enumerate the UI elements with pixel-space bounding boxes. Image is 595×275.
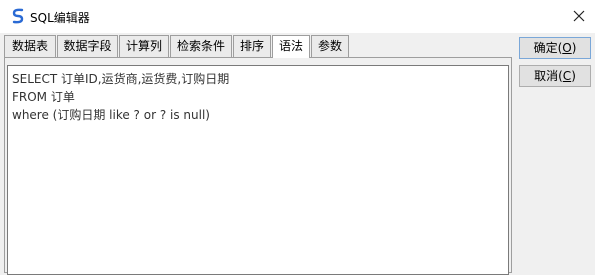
tab-parameters[interactable]: 参数 xyxy=(311,35,349,57)
close-button[interactable] xyxy=(566,4,592,28)
tab-data-table[interactable]: 数据表 xyxy=(4,35,56,57)
tab-search-conditions[interactable]: 检索条件 xyxy=(170,35,232,57)
sql-line: FROM 订单 xyxy=(12,90,75,104)
close-icon xyxy=(573,10,585,22)
ok-button[interactable]: 确定(O) xyxy=(519,37,591,59)
sql-line: where (订购日期 like ? or ? is null) xyxy=(12,108,210,122)
tab-sort[interactable]: 排序 xyxy=(233,35,271,57)
tab-syntax[interactable]: 语法 xyxy=(272,35,310,58)
title-bar: SQL编辑器 xyxy=(0,0,595,33)
app-logo-icon xyxy=(11,8,25,24)
ok-button-label: 确定( xyxy=(533,41,563,55)
ok-button-suffix: ) xyxy=(571,41,577,55)
cancel-button-hotkey: C xyxy=(562,69,572,83)
ok-button-hotkey: O xyxy=(562,41,572,55)
cancel-button-label: 取消( xyxy=(534,69,563,83)
syntax-panel: SELECT 订单ID,运货商,运货费,订购日期 FROM 订单 where (订购… xyxy=(4,57,512,275)
sql-line: SELECT 订单ID,运货商,运货费,订购日期 xyxy=(12,72,230,86)
tab-data-fields[interactable]: 数据字段 xyxy=(57,35,118,57)
window-title: SQL编辑器 xyxy=(30,11,90,25)
tab-computed-columns[interactable]: 计算列 xyxy=(119,35,169,57)
cancel-button[interactable]: 取消(C) xyxy=(519,65,591,87)
cancel-button-suffix: ) xyxy=(571,69,576,83)
sql-editor[interactable]: SELECT 订单ID,运货商,运货费,订购日期 FROM 订单 where (订购… xyxy=(7,65,509,275)
